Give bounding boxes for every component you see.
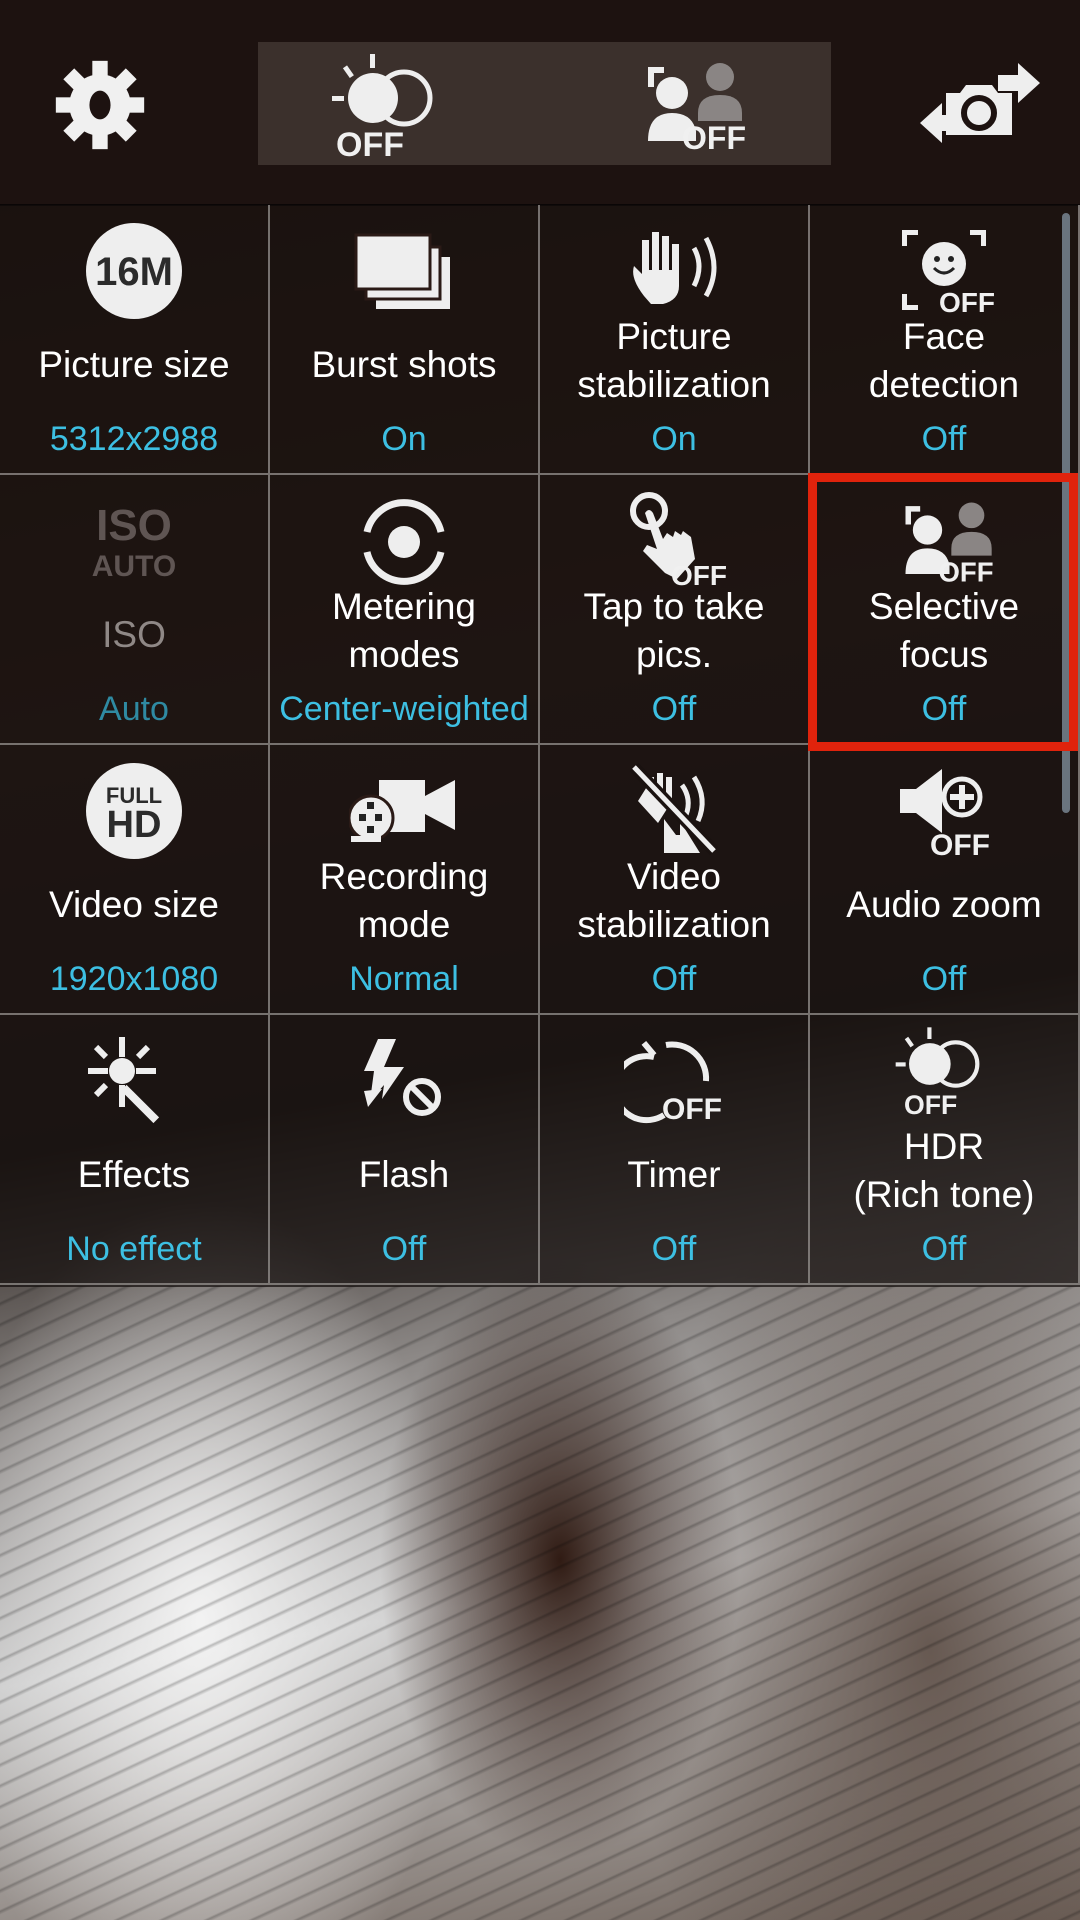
setting-value: On — [381, 420, 427, 458]
setting-value: Off — [381, 1230, 427, 1268]
video-camera-icon — [349, 780, 455, 842]
setting-video-stabilization[interactable]: Video stabilization Off — [540, 745, 810, 1015]
switch-camera-icon — [920, 63, 1040, 143]
settings-scrollbar[interactable] — [1062, 213, 1070, 813]
setting-label: Flash — [358, 1154, 450, 1195]
setting-label: HDR (Rich tone) — [853, 1126, 1035, 1215]
setting-picture-size[interactable]: 16M Picture size 5312x2988 — [0, 205, 270, 475]
quick-hdr-button[interactable]: OFF — [320, 45, 460, 163]
setting-value: Off — [651, 690, 697, 728]
setting-picture-stabilization[interactable]: Picture stabilization On — [540, 205, 810, 475]
setting-metering-modes[interactable]: Metering modes Center-weighted — [270, 475, 540, 745]
hdr-rich-tone-icon: OFF — [895, 1027, 980, 1120]
svg-text:OFF: OFF — [930, 829, 990, 861]
setting-label: Audio zoom — [846, 884, 1042, 925]
setting-value: 5312x2988 — [49, 420, 219, 458]
svg-text:OFF: OFF — [904, 1090, 957, 1120]
setting-audio-zoom[interactable]: OFF Audio zoom Off — [810, 745, 1080, 1015]
iso-auto-icon: ISO AUTO — [92, 501, 176, 583]
setting-label: Metering modes — [332, 586, 476, 675]
setting-label: Tap to take pics. — [583, 586, 765, 675]
setting-burst-shots[interactable]: Burst shots On — [270, 205, 540, 475]
setting-hdr-rich-tone[interactable]: OFF HDR (Rich tone) Off — [810, 1015, 1080, 1285]
svg-text:ISO: ISO — [96, 501, 172, 550]
svg-text:OFF: OFF — [939, 287, 994, 316]
effects-wand-icon — [88, 1037, 160, 1124]
setting-value: Off — [921, 690, 967, 728]
metering-icon — [363, 499, 445, 585]
quick-selective-focus-button[interactable]: OFF — [620, 50, 760, 160]
full-hd-icon: FULL HD — [86, 763, 182, 859]
picture-size-16m-icon: 16M — [86, 223, 182, 319]
setting-timer[interactable]: OFF Timer Off — [540, 1015, 810, 1285]
setting-video-size[interactable]: FULL HD Video size 1920x1080 — [0, 745, 270, 1015]
burst-shots-icon — [354, 233, 450, 309]
setting-label: Video size — [48, 884, 220, 925]
setting-value: Off — [651, 1230, 697, 1268]
camera-top-bar: OFF OFF — [0, 0, 1080, 206]
setting-label: Video stabilization — [577, 856, 771, 945]
tap-to-take-icon: OFF — [630, 492, 727, 591]
setting-value: Off — [921, 960, 967, 998]
video-stabilization-off-icon — [629, 762, 719, 856]
setting-value: On — [651, 420, 697, 458]
selective-focus-icon: OFF — [905, 502, 994, 587]
setting-face-detection[interactable]: OFF Face detection Off — [810, 205, 1080, 475]
setting-label: Timer — [627, 1154, 721, 1195]
picture-stabilization-icon — [633, 232, 717, 304]
setting-value: No effect — [66, 1230, 202, 1268]
face-detection-icon: OFF — [902, 230, 994, 316]
timer-icon: OFF — [624, 1040, 722, 1126]
svg-text:OFF: OFF — [662, 1093, 722, 1126]
svg-text:OFF: OFF — [336, 126, 404, 160]
gear-icon — [55, 60, 145, 150]
flash-off-icon — [364, 1039, 441, 1116]
setting-label: Picture stabilization — [577, 316, 771, 405]
setting-value: Off — [921, 420, 967, 458]
switch-camera-button[interactable] — [910, 50, 1050, 160]
setting-value: Normal — [349, 960, 459, 998]
setting-recording-mode[interactable]: Recording mode Normal — [270, 745, 540, 1015]
settings-button[interactable] — [40, 55, 160, 155]
setting-iso[interactable]: ISO AUTO ISO Auto — [0, 475, 270, 745]
setting-value: Center-weighted — [279, 690, 529, 728]
setting-label: Recording mode — [319, 856, 489, 945]
setting-value: Auto — [99, 690, 169, 728]
svg-text:16M: 16M — [95, 250, 173, 294]
svg-text:OFF: OFF — [682, 120, 746, 155]
setting-label: ISO — [102, 614, 166, 655]
setting-effects[interactable]: Effects No effect — [0, 1015, 270, 1285]
setting-label: Effects — [77, 1154, 191, 1195]
setting-flash[interactable]: Flash Off — [270, 1015, 540, 1285]
audio-zoom-icon: OFF — [900, 769, 990, 861]
setting-label: Face detection — [868, 316, 1020, 405]
setting-value: Off — [651, 960, 697, 998]
svg-text:HD: HD — [107, 804, 162, 846]
svg-text:AUTO: AUTO — [92, 550, 176, 583]
hdr-rich-tone-icon: OFF — [332, 54, 433, 160]
setting-label: Selective focus — [868, 586, 1020, 675]
setting-label: Burst shots — [311, 344, 497, 385]
preview-texture — [0, 1286, 1080, 1920]
setting-tap-to-take-pics[interactable]: OFF Tap to take pics. Off — [540, 475, 810, 745]
setting-label: Picture size — [38, 344, 230, 385]
selective-focus-icon: OFF — [648, 63, 746, 155]
setting-value: 1920x1080 — [49, 960, 219, 998]
setting-value: Off — [921, 1230, 967, 1268]
setting-selective-focus[interactable]: OFF Selective focus Off — [810, 475, 1080, 745]
camera-settings-grid: 16M Picture size 5312x2988 Burst shots O… — [0, 205, 1080, 1287]
